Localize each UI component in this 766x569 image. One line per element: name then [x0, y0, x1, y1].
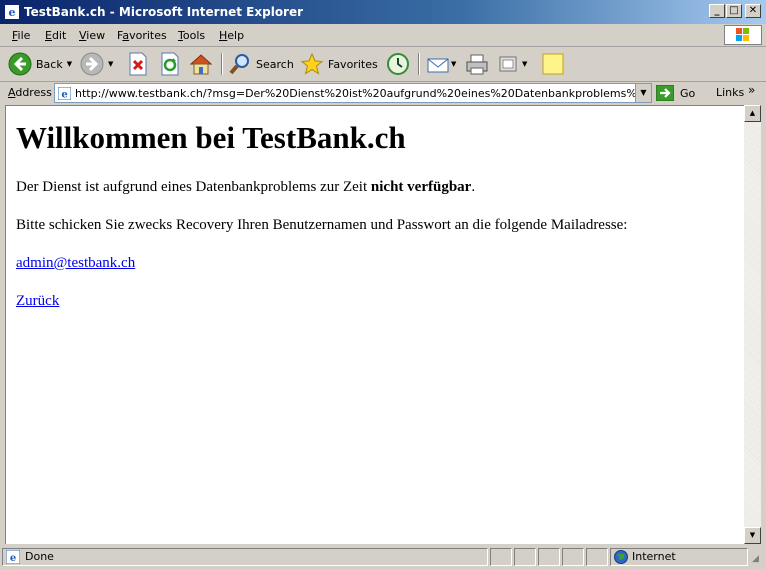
status-panel — [514, 548, 536, 566]
menu-bar: File Edit View Favorites Tools Help — [0, 24, 766, 47]
address-bar: Address e http://www.testbank.ch/?msg=De… — [0, 82, 766, 104]
toolbar-separator — [418, 53, 420, 75]
toolbar-separator — [221, 53, 223, 75]
back-arrow-icon — [8, 52, 32, 76]
menu-tools[interactable]: Tools — [178, 29, 205, 42]
stop-icon — [129, 52, 147, 76]
back-dropdown-icon[interactable]: ▼ — [67, 60, 72, 68]
mail-icon — [427, 58, 449, 73]
links-chevron-icon[interactable]: » — [748, 83, 755, 97]
favorites-button[interactable]: Favorites — [300, 51, 378, 77]
history-icon — [387, 53, 409, 75]
mail-button[interactable]: ▼ — [426, 51, 456, 77]
discuss-button[interactable] — [541, 51, 565, 77]
status-panel-main — [2, 548, 488, 566]
menu-file[interactable]: File — [12, 29, 30, 42]
maximize-button[interactable]: □ — [726, 4, 742, 18]
address-url[interactable]: http://www.testbank.ch/?msg=Der%20Dienst… — [75, 87, 635, 100]
note-icon — [542, 53, 564, 75]
search-button[interactable]: Search — [228, 51, 294, 77]
svg-text:e: e — [61, 90, 67, 101]
vertical-scrollbar[interactable]: ▲ ▼ — [744, 105, 761, 544]
address-input[interactable]: e http://www.testbank.ch/?msg=Der%20Dien… — [54, 83, 652, 103]
status-panel — [562, 548, 584, 566]
page-content: Willkommen bei TestBank.ch Der Dienst is… — [5, 105, 744, 544]
svg-text:e: e — [9, 6, 16, 19]
status-zone-panel — [610, 548, 748, 566]
toolbar: Back ▼ ▼ Search Favorites ▼ ▼ — [0, 47, 766, 82]
minimize-button[interactable]: _ — [709, 4, 725, 18]
menu-help[interactable]: Help — [219, 29, 244, 42]
service-message: Der Dienst ist aufgrund eines Datenbankp… — [16, 179, 476, 195]
ie-icon: e — [5, 5, 19, 19]
recovery-instruction: Bitte schicken Sie zwecks Recovery Ihren… — [16, 217, 628, 233]
forward-arrow-icon — [80, 52, 104, 76]
home-icon — [189, 54, 213, 75]
scroll-up-button[interactable]: ▲ — [744, 105, 761, 122]
email-link[interactable]: admin@testbank.ch — [16, 255, 135, 271]
edit-page-button[interactable]: ▼ — [498, 51, 527, 77]
forward-button[interactable]: ▼ — [80, 51, 113, 77]
resize-grip-icon[interactable]: ◢ — [752, 554, 759, 564]
print-button[interactable] — [465, 51, 489, 77]
menu-favorites[interactable]: Favorites — [117, 29, 167, 42]
links-button[interactable]: Links — [716, 86, 744, 99]
svg-text:e: e — [10, 553, 16, 564]
unavailable-text: nicht verfügbar — [370, 179, 472, 195]
print-icon — [466, 54, 488, 75]
title-bar[interactable]: e TestBank.ch - Microsoft Internet Explo… — [0, 0, 766, 24]
go-button[interactable]: Go — [656, 84, 695, 102]
windows-logo-icon — [724, 25, 762, 45]
scroll-down-button[interactable]: ▼ — [744, 527, 761, 544]
status-panel — [586, 548, 608, 566]
stop-button[interactable] — [127, 51, 149, 77]
status-zone: Internet — [632, 550, 676, 563]
status-bar: e Done Internet ◢ — [0, 545, 766, 569]
page-icon: e — [58, 87, 71, 100]
back-link[interactable]: Zurück — [16, 293, 59, 309]
edit-icon — [499, 56, 517, 72]
home-button[interactable] — [189, 51, 213, 77]
search-icon — [229, 54, 249, 75]
status-panel — [490, 548, 512, 566]
menu-view[interactable]: View — [79, 29, 105, 42]
window-title: TestBank.ch - Microsoft Internet Explore… — [24, 5, 304, 19]
address-dropdown-button[interactable]: ▼ — [635, 84, 651, 102]
globe-icon — [614, 550, 628, 564]
favorites-star-icon — [300, 52, 324, 75]
status-page-icon: e — [6, 550, 20, 564]
refresh-button[interactable] — [159, 51, 181, 77]
close-button[interactable]: ✕ — [745, 4, 761, 18]
mail-dropdown-icon[interactable]: ▼ — [451, 60, 456, 68]
address-label: Address — [8, 86, 52, 99]
page-heading: Willkommen bei TestBank.ch — [16, 120, 406, 155]
history-button[interactable] — [386, 51, 410, 77]
menu-edit[interactable]: Edit — [45, 29, 66, 42]
refresh-icon — [161, 52, 179, 76]
status-panel — [538, 548, 560, 566]
forward-dropdown-icon[interactable]: ▼ — [108, 60, 113, 68]
back-button[interactable]: Back ▼ — [8, 51, 72, 77]
status-text: Done — [25, 550, 54, 563]
go-arrow-icon — [656, 85, 674, 101]
edit-dropdown-icon[interactable]: ▼ — [522, 60, 527, 68]
